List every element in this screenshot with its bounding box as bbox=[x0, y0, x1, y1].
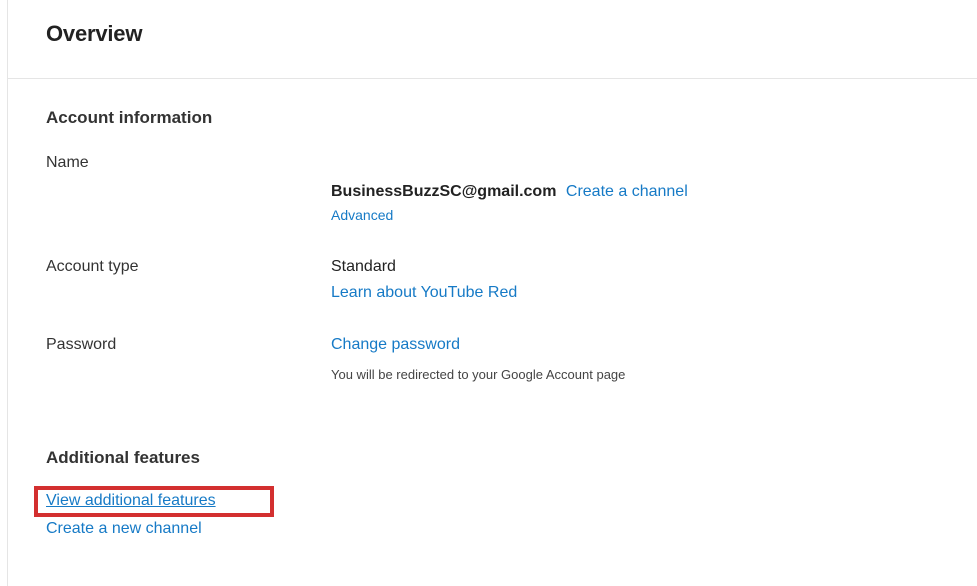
change-password-row: Change password bbox=[331, 336, 460, 354]
advanced-link[interactable]: Advanced bbox=[331, 207, 393, 223]
view-additional-features-link[interactable]: View additional features bbox=[46, 492, 216, 510]
name-value: BusinessBuzzSC@gmail.com Create a channe… bbox=[331, 183, 688, 201]
account-overview-page: Overview Account information Name Busine… bbox=[0, 0, 977, 586]
account-type-value-row: Standard bbox=[331, 258, 396, 276]
redirect-note-row: You will be redirected to your Google Ac… bbox=[331, 366, 625, 384]
account-type-label: Account type bbox=[46, 258, 139, 275]
page-header: Overview bbox=[8, 0, 977, 79]
learn-youtube-red-row: Learn about YouTube Red bbox=[331, 284, 517, 302]
create-channel-link[interactable]: Create a channel bbox=[566, 183, 688, 200]
left-divider bbox=[7, 0, 8, 586]
account-email: BusinessBuzzSC@gmail.com bbox=[331, 183, 557, 200]
change-password-link[interactable]: Change password bbox=[331, 336, 460, 353]
account-information-heading: Account information bbox=[46, 108, 213, 127]
advanced-row: Advanced bbox=[331, 207, 393, 225]
name-label: Name bbox=[46, 154, 89, 171]
page-title: Overview bbox=[46, 21, 143, 46]
redirect-note: You will be redirected to your Google Ac… bbox=[331, 367, 626, 382]
account-type-value: Standard bbox=[331, 258, 396, 275]
learn-youtube-red-link[interactable]: Learn about YouTube Red bbox=[331, 284, 517, 301]
password-label: Password bbox=[46, 336, 117, 353]
create-new-channel-link[interactable]: Create a new channel bbox=[46, 520, 202, 538]
additional-features-heading: Additional features bbox=[46, 448, 200, 467]
